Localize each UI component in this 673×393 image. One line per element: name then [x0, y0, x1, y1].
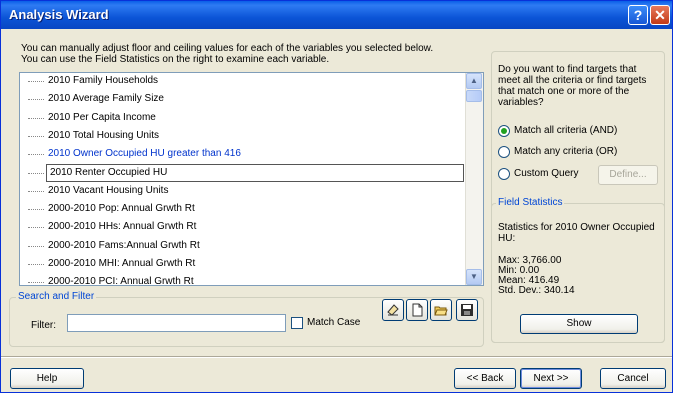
list-item-label: 2000-2010 Fams:Annual Grwth Rt [48, 239, 200, 251]
analysis-wizard-window: Analysis Wizard ? ✕ You can manually adj… [0, 0, 673, 393]
stats-values: Max: 3,766.00 Min: 0.00 Mean: 416.49 Std… [498, 256, 658, 296]
list-item-label: 2010 Vacant Housing Units [48, 184, 169, 196]
intro-line-2: You can use the Field Statistics on the … [21, 54, 330, 65]
scroll-up-button[interactable]: ▲ [466, 73, 482, 89]
list-item[interactable]: 2010 Vacant Housing Units [20, 182, 466, 200]
tree-connector [28, 282, 44, 284]
list-item[interactable]: 2000-2010 Fams:Annual Grwth Rt [20, 237, 466, 255]
radio-custom-query[interactable] [498, 168, 510, 180]
save-button[interactable] [456, 299, 478, 321]
list-item-label: 2010 Total Housing Units [48, 129, 159, 141]
tree-connector [28, 209, 44, 211]
list-item[interactable]: 2000-2010 Pop: Annual Grwth Rt [20, 200, 466, 218]
list-item[interactable]: 2010 Total Housing Units [20, 127, 466, 145]
variables-list[interactable]: 2010 Family Households 2010 Average Famil… [19, 72, 484, 286]
list-item-label: 2000-2010 HHs: Annual Grwth Rt [48, 221, 197, 233]
save-disk-icon [461, 304, 473, 316]
list-item-label: 2000-2010 MHI: Annual Grwth Rt [48, 258, 196, 269]
define-button[interactable]: Define... [598, 165, 658, 185]
list-item-label: 2010 Per Capita Income [48, 111, 156, 123]
footer-separator [1, 356, 672, 358]
filter-input[interactable] [67, 314, 286, 332]
cancel-button[interactable]: Cancel [600, 368, 666, 389]
radio-custom-query-label[interactable]: Custom Query [514, 168, 578, 179]
new-button[interactable] [406, 299, 428, 321]
stats-description: Statistics for 2010 Owner Occupied HU: [498, 222, 655, 244]
list-item[interactable]: 2010 Per Capita Income [20, 109, 466, 127]
list-item[interactable]: 2010 Owner Occupied HU greater than 416 [20, 145, 466, 163]
tree-connector [28, 190, 44, 192]
title-bar: Analysis Wizard ? ✕ [1, 1, 672, 29]
criteria-question: Do you want to find targets that meet al… [498, 64, 647, 108]
radio-match-any[interactable] [498, 146, 510, 158]
match-case-text: Match Case [307, 317, 361, 328]
tree-connector [28, 245, 44, 247]
radio-selected-dot [501, 128, 507, 134]
match-case-checkbox[interactable] [291, 317, 303, 329]
list-item-label: 2000-2010 Pop: Annual Grwth Rt [48, 203, 195, 215]
search-filter-label: Search and Filter [16, 291, 97, 302]
new-document-icon [412, 303, 423, 317]
list-item[interactable]: 2010 Average Family Size [20, 90, 466, 108]
intro-text: You can manually adjust floor and ceilin… [21, 43, 433, 65]
open-button[interactable] [430, 299, 452, 321]
show-button[interactable]: Show [520, 314, 638, 334]
tree-connector [28, 117, 44, 119]
radio-match-any-label[interactable]: Match any criteria (OR) [514, 146, 617, 157]
tree-connector [28, 154, 44, 156]
filter-label: Filter: [31, 320, 56, 331]
tree-connector [28, 99, 44, 101]
match-case-label[interactable]: Match Case [307, 317, 360, 328]
vertical-scrollbar[interactable]: ▲ ▼ [465, 73, 483, 285]
tree-connector [28, 172, 44, 174]
help-button[interactable]: Help [10, 368, 84, 389]
window-title: Analysis Wizard [9, 7, 109, 22]
tree-connector [28, 227, 44, 229]
clear-button[interactable] [382, 299, 404, 321]
list-item-label: 2010 Renter Occupied HU [46, 163, 464, 182]
radio-match-all[interactable] [498, 125, 510, 137]
tree-connector [28, 264, 44, 265]
list-item[interactable]: 2000-2010 PCI: Annual Grwth Rt [20, 273, 466, 286]
back-button[interactable]: << Back [454, 368, 516, 389]
radio-match-all-label[interactable]: Match all criteria (AND) [514, 125, 617, 136]
list-item-label: 2000-2010 PCI: Annual Grwth Rt [48, 276, 194, 286]
list-item[interactable]: 2000-2010 MHI: Annual Grwth Rt [20, 255, 466, 273]
help-title-button[interactable]: ? [628, 5, 648, 25]
stats-std-dev: Std. Dev.: 340.14 [498, 285, 575, 296]
list-item[interactable]: 2010 Family Households [20, 73, 466, 90]
close-title-button[interactable]: ✕ [650, 5, 670, 25]
list-item-label: 2010 Average Family Size [48, 93, 164, 105]
scroll-thumb[interactable] [466, 90, 482, 102]
tree-connector [28, 135, 44, 137]
list-item[interactable]: 2010 Renter Occupied HU [20, 163, 466, 182]
next-button[interactable]: Next >> [520, 368, 582, 389]
eraser-icon [387, 304, 399, 316]
scroll-down-button[interactable]: ▼ [466, 269, 482, 285]
open-folder-icon [434, 306, 448, 316]
list-item-label: 2010 Owner Occupied HU greater than 416 [48, 148, 241, 160]
list-item-label: 2010 Family Households [48, 75, 159, 86]
intro-line-1: You can manually adjust floor and ceilin… [21, 43, 434, 54]
field-statistics-label: Field Statistics [496, 197, 565, 208]
list-item[interactable]: 2000-2010 HHs: Annual Grwth Rt [20, 218, 466, 236]
tree-connector [28, 81, 44, 82]
